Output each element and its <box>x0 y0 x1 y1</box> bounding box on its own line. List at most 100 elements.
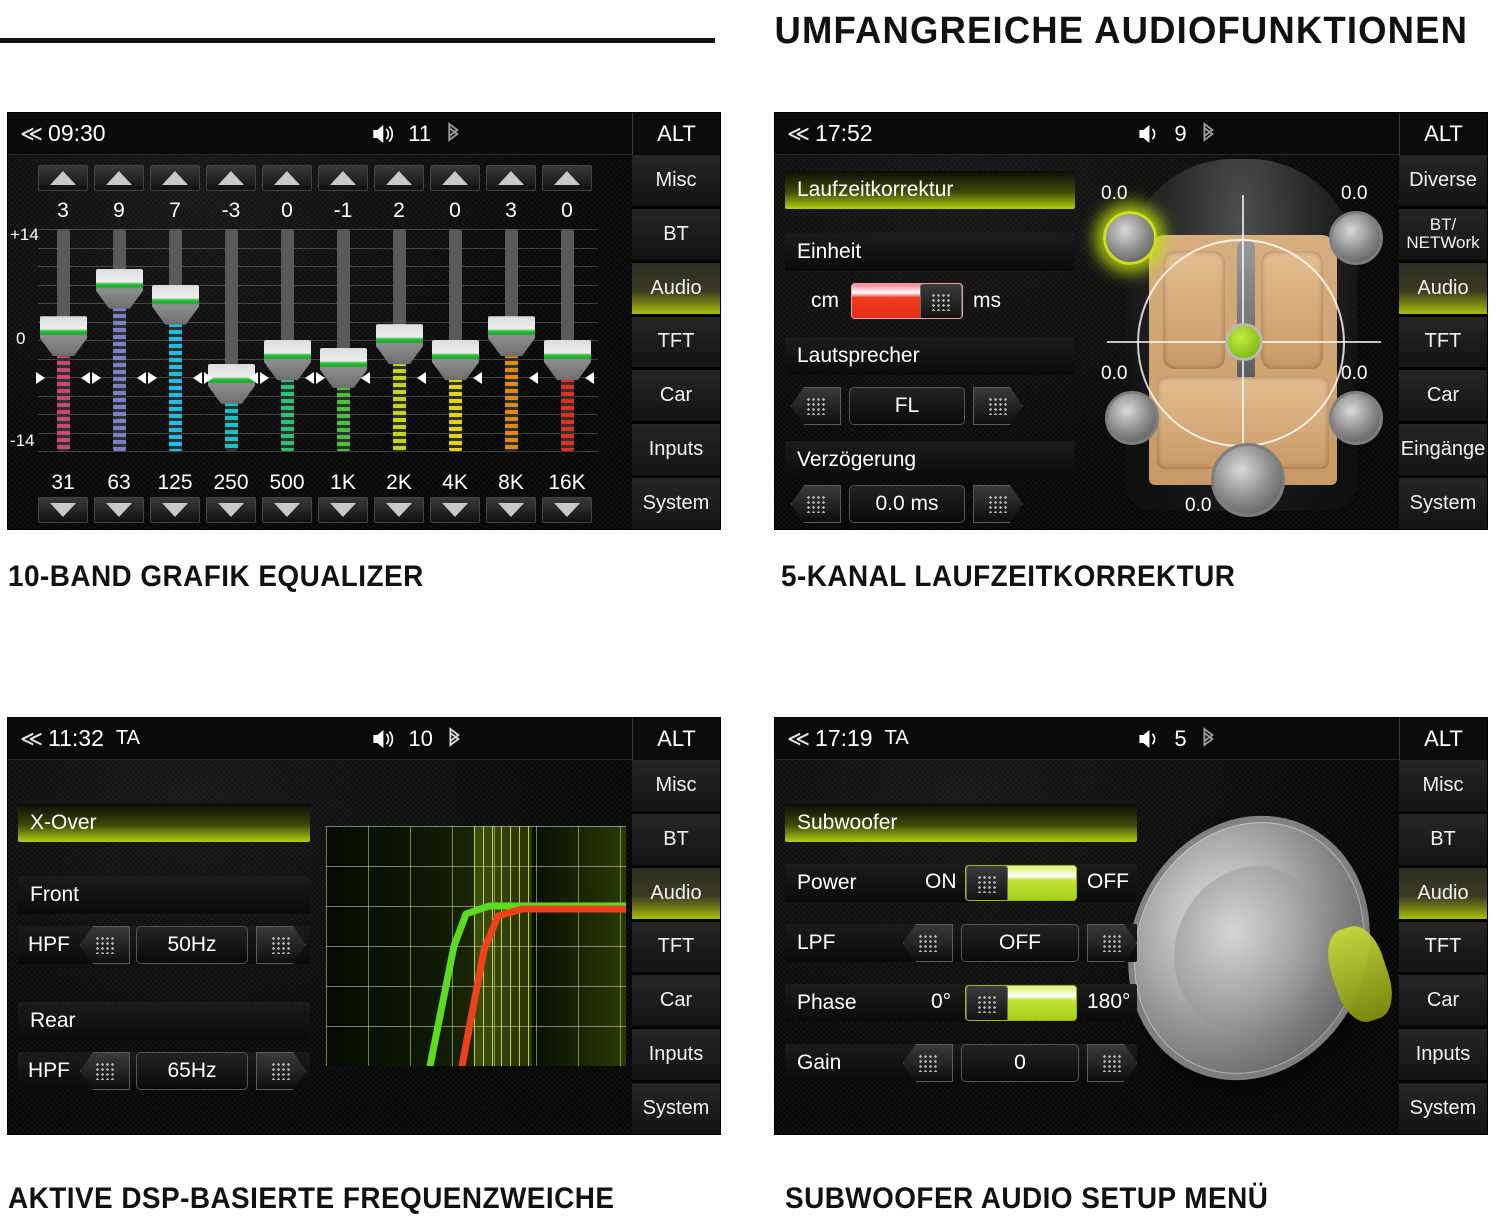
band-up-button[interactable] <box>150 165 200 191</box>
speaker-rear-left[interactable] <box>1105 391 1159 445</box>
sidebar-item-bt[interactable]: BT <box>632 208 720 263</box>
sidebar-item-tft[interactable]: TFT <box>1399 921 1487 976</box>
phase-toggle[interactable] <box>965 985 1077 1021</box>
speaker-value[interactable]: FL <box>849 387 965 425</box>
sidebar-item-misc[interactable]: Misc <box>632 760 720 814</box>
back-chevron-icon[interactable]: ≪ <box>20 121 43 147</box>
unit-toggle[interactable] <box>851 283 963 319</box>
alt-button[interactable]: ALT <box>632 113 720 155</box>
band-up-button[interactable] <box>374 165 424 191</box>
sidebar-item-car[interactable]: Car <box>1399 975 1487 1030</box>
sidebar-item-inputs[interactable]: Inputs <box>1399 1029 1487 1084</box>
eq-band[interactable]: 9 63 <box>92 199 146 494</box>
sidebar-item-eing-nge[interactable]: Eingänge <box>1399 424 1487 479</box>
sidebar-item-audio[interactable]: Audio <box>1399 867 1487 922</box>
sidebar-item-misc[interactable]: Misc <box>632 155 720 209</box>
listening-position-marker[interactable] <box>1225 323 1263 361</box>
gain-value[interactable]: 0 <box>961 1044 1079 1082</box>
eq-band[interactable]: -1 1K <box>316 199 370 494</box>
sidebar-item-tft[interactable]: TFT <box>632 921 720 976</box>
speaker-next-button[interactable] <box>973 387 1023 425</box>
eq-band-thumb[interactable] <box>208 363 255 404</box>
eq-band[interactable]: 0 4K <box>430 199 482 494</box>
rear-freq-value[interactable]: 65Hz <box>136 1052 248 1090</box>
sidebar-item-audio[interactable]: Audio <box>632 262 720 317</box>
eq-band-thumb[interactable] <box>40 316 87 357</box>
band-up-button[interactable] <box>486 165 536 191</box>
eq-band[interactable]: 3 31 <box>36 199 90 494</box>
grip-dots-icon <box>918 1054 938 1072</box>
unit-toggle-knob[interactable] <box>920 284 962 318</box>
eq-band[interactable]: 3 8K <box>486 199 538 494</box>
eq-band-thumb[interactable] <box>320 347 367 388</box>
band-up-button[interactable] <box>206 165 256 191</box>
band-down-button[interactable] <box>262 497 312 523</box>
eq-band[interactable]: -3 250 <box>204 199 258 494</box>
back-chevron-icon[interactable]: ≪ <box>787 726 810 752</box>
sidebar-item-inputs[interactable]: Inputs <box>632 424 720 479</box>
delay-increase-button[interactable] <box>973 485 1023 523</box>
band-up-button[interactable] <box>430 165 480 191</box>
sidebar-item-car[interactable]: Car <box>632 370 720 425</box>
eq-band-thumb[interactable] <box>432 340 479 380</box>
speaker-front-right[interactable] <box>1329 211 1383 265</box>
band-up-button[interactable] <box>542 165 592 191</box>
alt-button[interactable]: ALT <box>632 718 720 760</box>
lpf-value[interactable]: OFF <box>961 924 1079 962</box>
sidebar-item-system[interactable]: System <box>1399 1083 1487 1134</box>
eq-band-thumb[interactable] <box>264 340 311 380</box>
band-up-button[interactable] <box>262 165 312 191</box>
sidebar-item-car[interactable]: Car <box>632 975 720 1030</box>
eq-band[interactable]: 2 2K <box>374 199 426 494</box>
alt-button[interactable]: ALT <box>1399 718 1487 760</box>
eq-band-thumb[interactable] <box>376 324 423 365</box>
eq-band[interactable]: 7 125 <box>148 199 202 494</box>
power-toggle[interactable] <box>965 865 1077 901</box>
front-freq-value[interactable]: 50Hz <box>136 926 248 964</box>
band-down-button[interactable] <box>486 497 536 523</box>
back-chevron-icon[interactable]: ≪ <box>787 121 810 147</box>
eq-band-thumb[interactable] <box>544 340 591 380</box>
alt-button[interactable]: ALT <box>1399 113 1487 155</box>
band-down-button[interactable] <box>318 497 368 523</box>
delay-value[interactable]: 0.0 ms <box>849 485 965 523</box>
band-down-button[interactable] <box>150 497 200 523</box>
speaker-rear-right[interactable] <box>1329 391 1383 445</box>
sidebar-item-bt[interactable]: BT <box>632 813 720 868</box>
delay-decrease-button[interactable] <box>791 485 841 523</box>
sidebar-item-system[interactable]: System <box>632 478 720 529</box>
band-down-button[interactable] <box>430 497 480 523</box>
speaker-prev-button[interactable] <box>791 387 841 425</box>
eq-band[interactable]: 0 16K <box>542 199 594 494</box>
speaker-subwoofer[interactable] <box>1211 443 1285 517</box>
sidebar-item-misc[interactable]: Misc <box>1399 760 1487 814</box>
band-down-button[interactable] <box>94 497 144 523</box>
sidebar-item-bt[interactable]: BT <box>1399 813 1487 868</box>
eq-band-thumb[interactable] <box>488 316 535 357</box>
sidebar-item-car[interactable]: Car <box>1399 370 1487 425</box>
sidebar-item-system[interactable]: System <box>632 1083 720 1134</box>
power-toggle-knob[interactable] <box>966 866 1008 900</box>
sidebar-item-bt-network[interactable]: BT/NETWork <box>1399 208 1487 263</box>
band-up-button[interactable] <box>318 165 368 191</box>
sidebar-item-system[interactable]: System <box>1399 478 1487 529</box>
band-down-button[interactable] <box>38 497 88 523</box>
band-up-button[interactable] <box>94 165 144 191</box>
sidebar-item-inputs[interactable]: Inputs <box>632 1029 720 1084</box>
eq-band-fill <box>57 354 70 451</box>
sidebar-item-audio[interactable]: Audio <box>1399 262 1487 317</box>
sidebar-item-audio[interactable]: Audio <box>632 867 720 922</box>
band-down-button[interactable] <box>374 497 424 523</box>
eq-band[interactable]: 0 500 <box>260 199 314 494</box>
sidebar-item-tft[interactable]: TFT <box>632 316 720 371</box>
band-up-button[interactable] <box>38 165 88 191</box>
back-chevron-icon[interactable]: ≪ <box>20 726 43 752</box>
phase-toggle-knob[interactable] <box>966 986 1008 1020</box>
eq-band-thumb[interactable] <box>152 284 199 325</box>
eq-band-thumb[interactable] <box>96 268 143 309</box>
band-down-button[interactable] <box>206 497 256 523</box>
sidebar-item-diverse[interactable]: Diverse <box>1399 155 1487 209</box>
band-down-button[interactable] <box>542 497 592 523</box>
sidebar-item-tft[interactable]: TFT <box>1399 316 1487 371</box>
speaker-front-left[interactable] <box>1103 211 1157 265</box>
